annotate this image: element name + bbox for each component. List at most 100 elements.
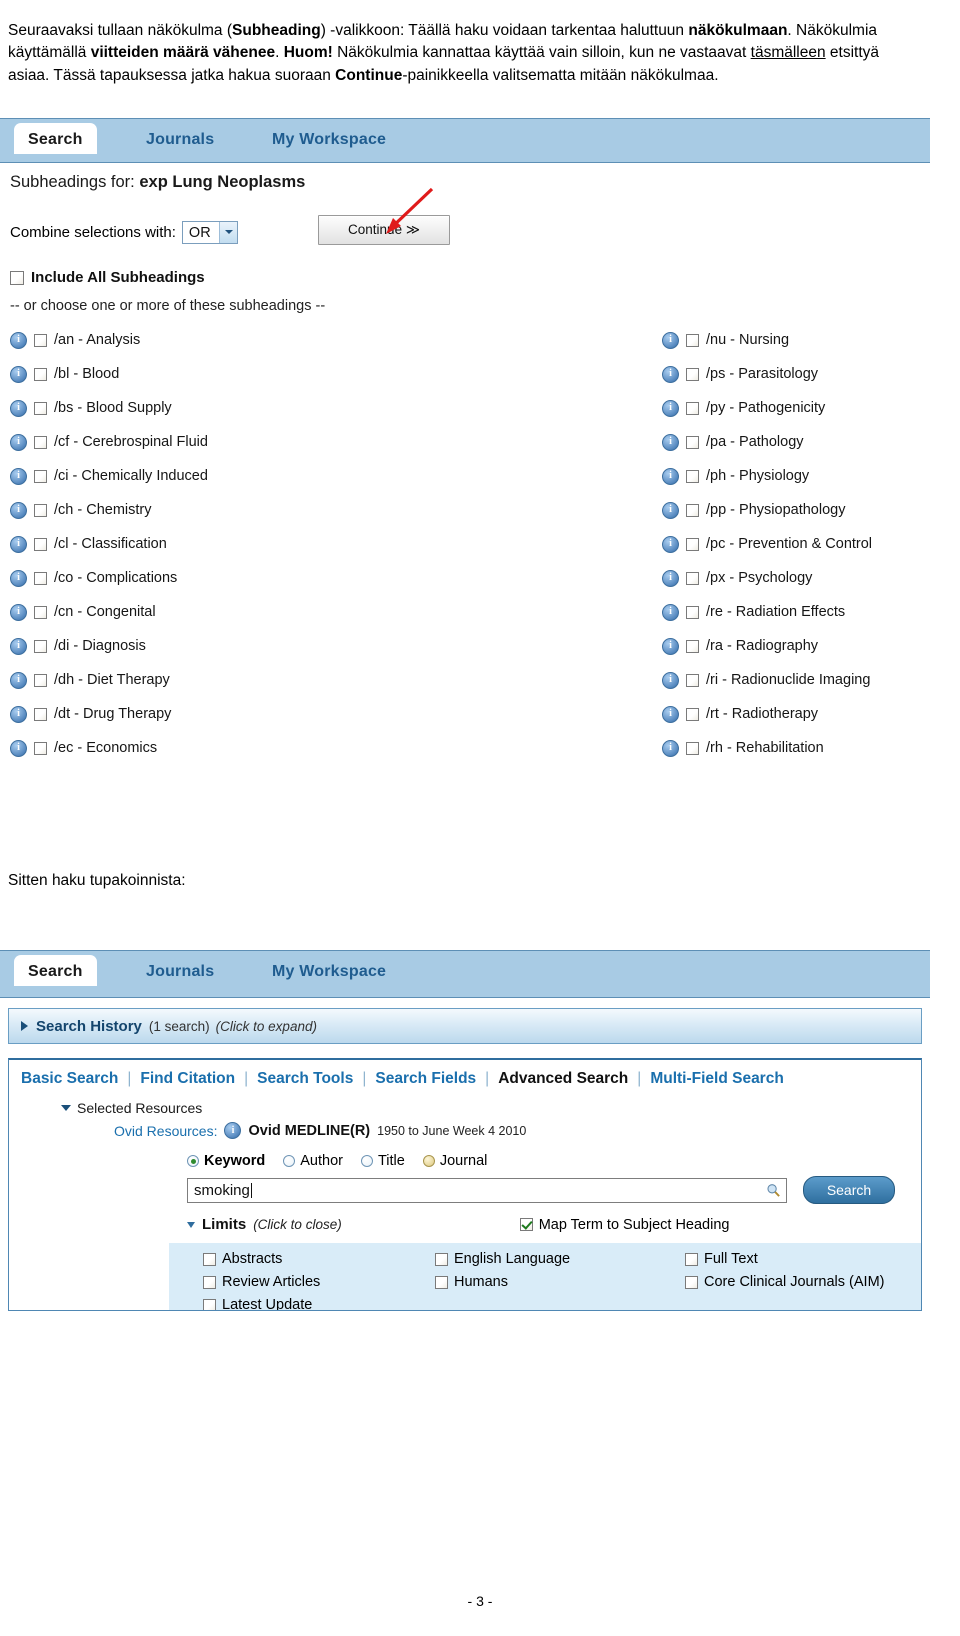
limit-checkbox[interactable] (203, 1275, 216, 1289)
subheading-checkbox[interactable] (34, 639, 47, 653)
radio-journal[interactable]: Journal (422, 1153, 487, 1169)
subheading-checkbox[interactable] (34, 741, 47, 755)
subheading-checkbox[interactable] (686, 333, 699, 347)
info-icon[interactable]: i (10, 671, 27, 689)
limit-checkbox[interactable] (435, 1275, 448, 1289)
subheading-checkbox[interactable] (686, 571, 699, 585)
limit-option[interactable]: Humans (435, 1274, 685, 1290)
radio-journal-dot[interactable] (422, 1155, 435, 1167)
info-icon[interactable]: i (10, 739, 27, 757)
info-icon[interactable]: i (10, 705, 27, 723)
info-icon[interactable]: i (224, 1122, 242, 1139)
tab-journals-2[interactable]: Journals (132, 955, 228, 991)
mode-find-citation[interactable]: Find Citation (140, 1070, 235, 1088)
subheading-row[interactable]: i/bl - Blood (10, 357, 208, 391)
info-icon[interactable]: i (662, 365, 679, 383)
limit-option[interactable]: Core Clinical Journals (AIM) (685, 1274, 921, 1290)
selected-resources-row[interactable]: Selected Resources (61, 1100, 921, 1116)
info-icon[interactable]: i (662, 467, 679, 485)
subheading-checkbox[interactable] (34, 707, 47, 721)
info-icon[interactable]: i (662, 739, 679, 757)
include-all-checkbox[interactable] (10, 270, 24, 285)
limit-checkbox[interactable] (203, 1252, 216, 1266)
limit-checkbox[interactable] (685, 1252, 698, 1266)
subheading-checkbox[interactable] (686, 435, 699, 449)
subheading-row[interactable]: i/ri - Radionuclide Imaging (662, 663, 872, 697)
limit-option[interactable]: Latest Update (203, 1297, 435, 1310)
subheading-row[interactable]: i/co - Complications (10, 561, 208, 595)
radio-author-dot[interactable] (283, 1155, 296, 1167)
info-icon[interactable]: i (662, 535, 679, 553)
subheading-row[interactable]: i/px - Psychology (662, 561, 872, 595)
subheading-checkbox[interactable] (34, 435, 47, 449)
subheading-checkbox[interactable] (686, 605, 699, 619)
subheading-row[interactable]: i/rt - Radiotherapy (662, 697, 872, 731)
subheading-checkbox[interactable] (686, 367, 699, 381)
subheading-checkbox[interactable] (34, 571, 47, 585)
limit-option[interactable]: English Language (435, 1251, 685, 1267)
subheading-row[interactable]: i/rh - Rehabilitation (662, 731, 872, 765)
mode-advanced-search[interactable]: Advanced Search (498, 1070, 628, 1088)
subheading-checkbox[interactable] (34, 367, 47, 381)
radio-title[interactable]: Title (360, 1153, 405, 1169)
subheading-row[interactable]: i/ci - Chemically Induced (10, 459, 208, 493)
subheading-row[interactable]: i/re - Radiation Effects (662, 595, 872, 629)
subheading-row[interactable]: i/cl - Classification (10, 527, 208, 561)
info-icon[interactable]: i (10, 603, 27, 621)
subheading-checkbox[interactable] (686, 741, 699, 755)
info-icon[interactable]: i (662, 331, 679, 349)
limit-checkbox[interactable] (435, 1252, 448, 1266)
subheading-row[interactable]: i/ec - Economics (10, 731, 208, 765)
tab-journals[interactable]: Journals (132, 123, 228, 159)
search-history-bar[interactable]: Search History (1 search) (Click to expa… (8, 1008, 922, 1044)
info-icon[interactable]: i (10, 535, 27, 553)
info-icon[interactable]: i (10, 331, 27, 349)
mode-basic-search[interactable]: Basic Search (21, 1070, 118, 1088)
subheading-checkbox[interactable] (34, 673, 47, 687)
subheading-checkbox[interactable] (686, 469, 699, 483)
search-input[interactable]: smoking (187, 1177, 787, 1203)
subheading-row[interactable]: i/nu - Nursing (662, 323, 872, 357)
radio-author[interactable]: Author (283, 1153, 343, 1169)
limit-option[interactable]: Full Text (685, 1251, 921, 1267)
subheading-checkbox[interactable] (34, 537, 47, 551)
info-icon[interactable]: i (662, 671, 679, 689)
include-all-subheadings-row[interactable]: Include All Subheadings (10, 269, 205, 286)
search-icon[interactable] (766, 1183, 781, 1198)
subheading-row[interactable]: i/bs - Blood Supply (10, 391, 208, 425)
subheading-row[interactable]: i/dh - Diet Therapy (10, 663, 208, 697)
tab-my-workspace-2[interactable]: My Workspace (258, 955, 400, 991)
subheading-row[interactable]: i/ps - Parasitology (662, 357, 872, 391)
map-term-checkbox[interactable] (519, 1218, 533, 1231)
subheading-checkbox[interactable] (34, 401, 47, 415)
subheading-checkbox[interactable] (34, 503, 47, 517)
subheading-row[interactable]: i/pp - Physiopathology (662, 493, 872, 527)
info-icon[interactable]: i (662, 399, 679, 417)
tab-search[interactable]: Search (14, 123, 97, 154)
info-icon[interactable]: i (662, 603, 679, 621)
info-icon[interactable]: i (10, 433, 27, 451)
radio-keyword-dot[interactable] (187, 1155, 199, 1167)
subheading-row[interactable]: i/an - Analysis (10, 323, 208, 357)
info-icon[interactable]: i (10, 467, 27, 485)
subheading-checkbox[interactable] (686, 401, 699, 415)
radio-keyword[interactable]: Keyword (187, 1153, 265, 1169)
combine-operator-select[interactable]: OR (181, 221, 238, 244)
info-icon[interactable]: i (662, 637, 679, 655)
limits-title[interactable]: Limits (202, 1216, 246, 1233)
tab-my-workspace[interactable]: My Workspace (258, 123, 400, 159)
subheading-row[interactable]: i/ph - Physiology (662, 459, 872, 493)
mode-multi-field-search[interactable]: Multi-Field Search (650, 1070, 784, 1088)
subheading-checkbox[interactable] (34, 333, 47, 347)
info-icon[interactable]: i (10, 569, 27, 587)
subheading-row[interactable]: i/pc - Prevention & Control (662, 527, 872, 561)
subheading-row[interactable]: i/py - Pathogenicity (662, 391, 872, 425)
subheading-row[interactable]: i/dt - Drug Therapy (10, 697, 208, 731)
info-icon[interactable]: i (10, 365, 27, 383)
map-term-row[interactable]: Map Term to Subject Heading (519, 1217, 729, 1233)
subheading-checkbox[interactable] (686, 503, 699, 517)
search-button[interactable]: Search (803, 1176, 895, 1204)
subheading-row[interactable]: i/cn - Congenital (10, 595, 208, 629)
subheading-row[interactable]: i/cf - Cerebrospinal Fluid (10, 425, 208, 459)
info-icon[interactable]: i (662, 569, 679, 587)
